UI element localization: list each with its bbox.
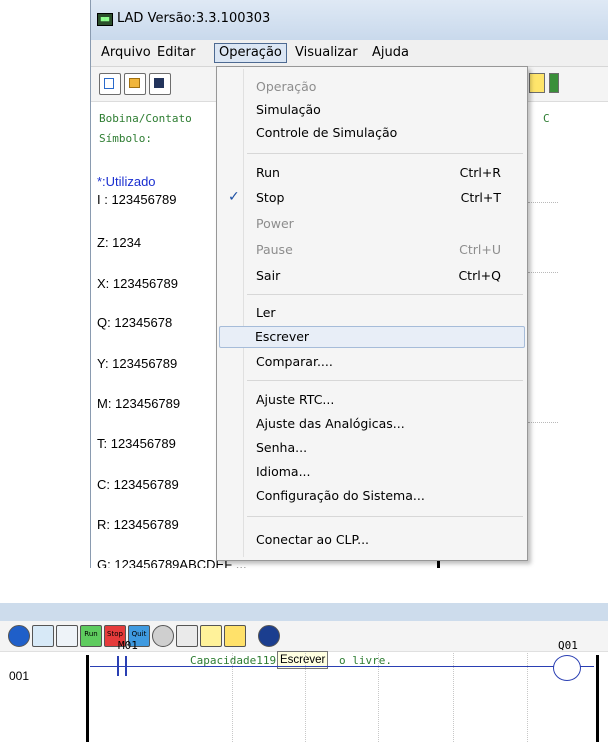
menu-item-pause: Pause Ctrl+U (256, 242, 501, 257)
rung-number: 001 (9, 669, 30, 683)
grid-dots (528, 202, 558, 204)
help-icon[interactable] (258, 625, 280, 647)
simulation-toolbar: Run Stop Quit (0, 621, 608, 652)
save-icon[interactable] (149, 73, 171, 95)
symbol-row-c: C: 123456789 (97, 477, 179, 492)
tools-icon[interactable] (56, 625, 78, 647)
menu-separator (247, 153, 523, 154)
transfer-icon[interactable] (32, 625, 54, 647)
coil-label: Q01 (558, 639, 578, 652)
menu-bar: Arquivo Editar Operação Visualizar Ajuda (91, 40, 608, 67)
contact-label: M01 (118, 639, 138, 652)
coil-q01[interactable] (553, 655, 581, 681)
menu-separator (247, 380, 523, 381)
window-frame (0, 603, 608, 621)
rung-wire (90, 666, 594, 667)
menu-item-idioma[interactable]: Idioma... (219, 461, 525, 483)
symbol-row-z: Z: 1234 (97, 235, 142, 250)
open-folder-icon[interactable] (124, 73, 146, 95)
left-power-rail (86, 655, 89, 742)
ladder-editor: Run Stop Quit Capacidade119 o livre. Esc… (0, 603, 608, 742)
operacao-dropdown: Operação Simulação Controle de Simulação… (216, 66, 528, 561)
write-icon[interactable] (224, 625, 246, 647)
menu-item-stop[interactable]: ✓ Stop Ctrl+T (219, 187, 525, 209)
new-file-icon[interactable] (99, 73, 121, 95)
title-bar[interactable]: ■■ LAD Versão:3.3.100303 (91, 0, 608, 41)
refresh-icon[interactable] (8, 625, 30, 647)
menu-visualizar[interactable]: Visualizar (291, 44, 362, 62)
contact-m01[interactable] (117, 656, 119, 676)
menu-item-ajuste-rtc[interactable]: Ajuste RTC... (219, 389, 525, 411)
symbol-row-t: T: 123456789 (97, 436, 176, 451)
run-icon[interactable]: Run (80, 625, 102, 647)
symbol-row-q: Q: 12345678 (97, 315, 173, 330)
app-icon: ■■ (97, 13, 113, 26)
menu-item-conectar-clp[interactable]: Conectar ao CLP... (219, 529, 525, 551)
menu-editar[interactable]: Editar (153, 44, 200, 62)
contact-m01[interactable] (125, 656, 127, 676)
symbol-row-r: R: 123456789 (97, 517, 179, 532)
simbolo-label: Símbolo: (99, 132, 152, 145)
symbol-row-i: I : 123456789 (97, 192, 177, 207)
symbol-row-m: M: 123456789 (97, 396, 181, 411)
menu-item-sair[interactable]: Sair Ctrl+Q (219, 265, 525, 287)
grid-dots (528, 272, 558, 274)
menu-item-run[interactable]: Run Ctrl+R (219, 162, 525, 184)
toolbar-button-icon[interactable] (549, 73, 559, 93)
menu-ajuda[interactable]: Ajuda (368, 44, 413, 62)
read-icon[interactable] (200, 625, 222, 647)
menu-item-senha[interactable]: Senha... (219, 437, 525, 459)
menu-item-power: Power (256, 216, 294, 231)
checkmark-icon: ✓ (228, 189, 240, 205)
menu-separator (247, 516, 523, 517)
menu-item-ler[interactable]: Ler (219, 302, 525, 324)
window-title: LAD Versão:3.3.100303 (117, 11, 271, 26)
bobina-contato-label: Bobina/Contato (99, 112, 192, 125)
pen-icon[interactable] (176, 625, 198, 647)
right-power-rail (596, 655, 599, 742)
symbol-row-y: Y: 123456789 (97, 356, 178, 371)
menu-item-simulacao[interactable]: Simulação (219, 99, 525, 121)
right-column-label: C (543, 112, 550, 125)
menu-item-comparar[interactable]: Comparar.... (219, 351, 525, 373)
menu-item-escrever[interactable]: Escrever (219, 326, 525, 348)
symbol-row-x: X: 123456789 (97, 276, 178, 291)
toolbar-button-icon[interactable] (529, 73, 545, 93)
grid-dots (528, 422, 558, 424)
utilizado-label: *:Utilizado (97, 174, 156, 189)
menu-item-controle-simulacao[interactable]: Controle de Simulação (219, 122, 525, 144)
menu-item-operacao: Operação (256, 79, 317, 94)
menu-arquivo[interactable]: Arquivo (97, 44, 155, 62)
menu-operacao[interactable]: Operação (214, 43, 287, 63)
menu-item-ajuste-analogicas[interactable]: Ajuste das Analógicas... (219, 413, 525, 435)
disabled-circle-icon[interactable] (152, 625, 174, 647)
menu-item-configuracao-sistema[interactable]: Configuração do Sistema... (219, 485, 525, 507)
menu-separator (247, 294, 523, 295)
